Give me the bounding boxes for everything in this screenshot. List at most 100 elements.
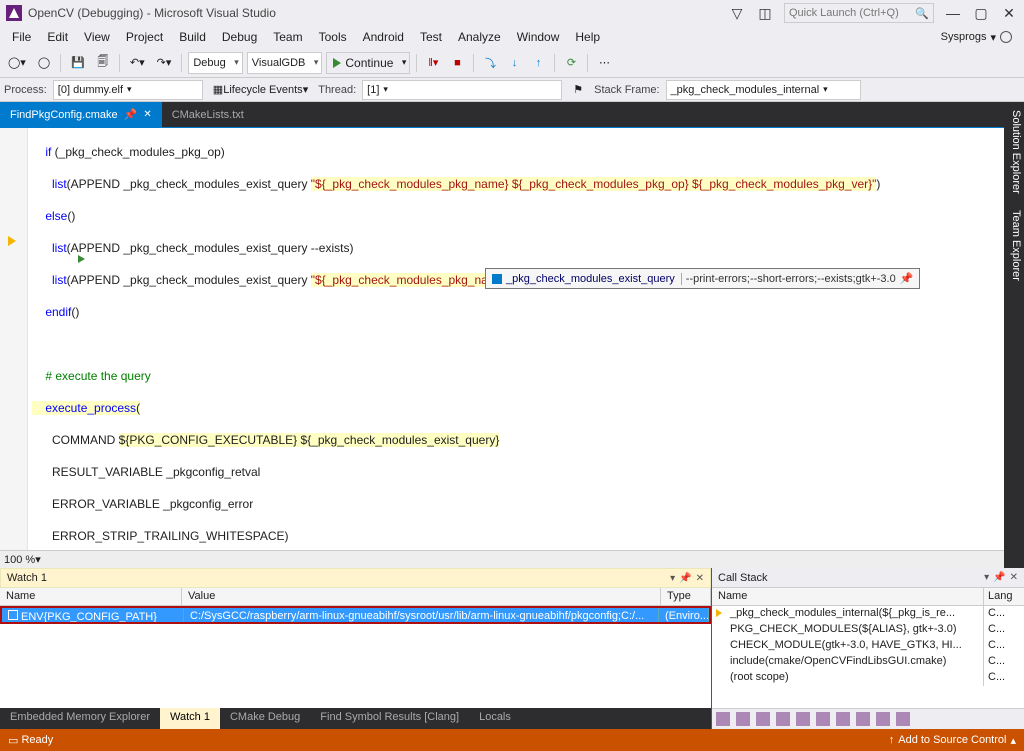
- stackframe-label: Stack Frame:: [594, 84, 659, 96]
- cs-tool-icon[interactable]: [836, 712, 850, 726]
- feedback-icon[interactable]: ◫: [756, 4, 774, 22]
- cs-tool-icon[interactable]: [876, 712, 890, 726]
- callstack-row[interactable]: _pkg_check_modules_internal(${_pkg_is_re…: [712, 606, 1024, 622]
- callstack-col-lang[interactable]: Lang: [984, 588, 1024, 605]
- stackframe-dropdown[interactable]: _pkg_check_modules_internal: [666, 80, 861, 100]
- redo-button[interactable]: ↷▾: [153, 52, 176, 74]
- sysprogs-menu[interactable]: Sysprogs▾: [941, 31, 1020, 44]
- menu-view[interactable]: View: [76, 28, 118, 46]
- window-title: OpenCV (Debugging) - Microsoft Visual St…: [28, 6, 728, 20]
- gear-icon[interactable]: [1000, 31, 1012, 43]
- menu-build[interactable]: Build: [171, 28, 214, 46]
- current-frame-icon: [716, 609, 722, 617]
- code-editor[interactable]: if (_pkg_check_modules_pkg_op) list(APPE…: [0, 128, 1004, 550]
- editor-gutter[interactable]: [0, 128, 28, 550]
- menu-project[interactable]: Project: [118, 28, 171, 46]
- zoom-indicator[interactable]: 100 % ▾: [0, 550, 1004, 568]
- close-button[interactable]: ✕: [1000, 4, 1018, 22]
- config-dropdown[interactable]: Debug: [188, 52, 242, 74]
- publish-icon[interactable]: ↑: [889, 734, 895, 746]
- watch-row[interactable]: ENV{PKG_CONFIG_PATH} C:/SysGCC/raspberry…: [0, 606, 711, 624]
- cs-tool-icon[interactable]: [816, 712, 830, 726]
- cs-tool-icon[interactable]: [756, 712, 770, 726]
- continue-button[interactable]: Continue: [326, 52, 410, 74]
- cs-tool-icon[interactable]: [716, 712, 730, 726]
- tab-close-icon[interactable]: ✕: [143, 109, 151, 120]
- callstack-row[interactable]: CHECK_MODULE(gtk+-3.0, HAVE_GTK3, HI...C…: [712, 638, 1024, 654]
- notifications-icon[interactable]: ▽: [728, 4, 746, 22]
- save-all-button[interactable]: 🗐: [93, 52, 113, 74]
- menu-test[interactable]: Test: [412, 28, 450, 46]
- menu-team[interactable]: Team: [265, 28, 310, 46]
- btab-watch1[interactable]: Watch 1: [160, 708, 220, 729]
- menu-tools[interactable]: Tools: [311, 28, 355, 46]
- restart-button[interactable]: ⟳: [561, 52, 581, 74]
- step-over-button[interactable]: ⤵: [480, 52, 500, 74]
- process-label: Process:: [4, 84, 47, 96]
- pin-icon[interactable]: 📌: [993, 572, 1005, 583]
- cs-tool-icon[interactable]: [796, 712, 810, 726]
- menu-analyze[interactable]: Analyze: [450, 28, 509, 46]
- btab-cmakedebug[interactable]: CMake Debug: [220, 708, 310, 729]
- menu-window[interactable]: Window: [509, 28, 568, 46]
- menu-help[interactable]: Help: [567, 28, 608, 46]
- btab-locals[interactable]: Locals: [469, 708, 521, 729]
- tooltip-value: --print-errors;--short-errors;--exists;g…: [681, 273, 896, 285]
- callstack-list[interactable]: _pkg_check_modules_internal(${_pkg_is_re…: [712, 606, 1024, 708]
- nav-back-button[interactable]: ◯▾: [4, 52, 30, 74]
- btab-memory[interactable]: Embedded Memory Explorer: [0, 708, 160, 729]
- platform-dropdown[interactable]: VisualGDB: [247, 52, 323, 74]
- process-dropdown[interactable]: [0] dummy.elf: [53, 80, 203, 100]
- tab-cmakelists[interactable]: CMakeLists.txt: [162, 102, 254, 127]
- source-control-button[interactable]: Add to Source Control: [898, 734, 1006, 746]
- cs-tool-icon[interactable]: [776, 712, 790, 726]
- step-into-button[interactable]: ↓: [504, 52, 524, 74]
- tab-findpkgconfig[interactable]: FindPkgConfig.cmake📌✕: [0, 102, 162, 127]
- vs-logo-icon: [6, 5, 22, 21]
- callstack-row[interactable]: (root scope)C...: [712, 670, 1024, 686]
- minimize-button[interactable]: ―: [944, 4, 962, 22]
- stop-button[interactable]: ■: [447, 52, 467, 74]
- cs-tool-icon[interactable]: [896, 712, 910, 726]
- debug-tooltip[interactable]: _pkg_check_modules_exist_query --print-e…: [485, 268, 920, 289]
- cs-tool-icon[interactable]: [736, 712, 750, 726]
- watch-col-type[interactable]: Type: [661, 588, 711, 605]
- callstack-row[interactable]: include(cmake/OpenCVFindLibsGUI.cmake)C.…: [712, 654, 1024, 670]
- dropdown-icon[interactable]: ▾: [984, 572, 989, 583]
- watch-panel-header[interactable]: Watch 1 ▾📌✕: [0, 568, 711, 588]
- chevron-up-icon[interactable]: ▴: [1010, 734, 1016, 747]
- tb-extra-button[interactable]: ⋯: [594, 52, 614, 74]
- cs-tool-icon[interactable]: [856, 712, 870, 726]
- step-out-button[interactable]: ↑: [528, 52, 548, 74]
- close-icon[interactable]: ✕: [1010, 572, 1018, 583]
- break-button[interactable]: ‖▾: [423, 52, 443, 74]
- undo-button[interactable]: ↶▾: [126, 52, 149, 74]
- watch-col-name[interactable]: Name: [0, 588, 182, 605]
- pin-icon[interactable]: 📌: [679, 573, 691, 584]
- close-icon[interactable]: ✕: [696, 573, 704, 584]
- menu-edit[interactable]: Edit: [39, 28, 76, 46]
- nav-fwd-button[interactable]: ◯: [34, 52, 54, 74]
- save-button[interactable]: 💾: [67, 52, 89, 74]
- thread-flag-button[interactable]: ⚑: [568, 79, 588, 101]
- menu-debug[interactable]: Debug: [214, 28, 265, 46]
- team-explorer-tab[interactable]: Team Explorer: [1004, 202, 1024, 289]
- menu-file[interactable]: File: [4, 28, 39, 46]
- maximize-button[interactable]: ▢: [972, 4, 990, 22]
- menu-android[interactable]: Android: [355, 28, 412, 46]
- watch-col-value[interactable]: Value: [182, 588, 661, 605]
- solution-explorer-tab[interactable]: Solution Explorer: [1004, 102, 1024, 202]
- callstack-header[interactable]: Call Stack ▾📌✕: [712, 568, 1024, 588]
- quick-launch-input[interactable]: Quick Launch (Ctrl+Q)🔍: [784, 3, 934, 23]
- btab-findsymbol[interactable]: Find Symbol Results [Clang]: [310, 708, 469, 729]
- thread-dropdown[interactable]: [1]: [362, 80, 562, 100]
- callstack-row[interactable]: PKG_CHECK_MODULES(${ALIAS}, gtk+-3.0)C..…: [712, 622, 1024, 638]
- pin-icon[interactable]: 📌: [124, 108, 138, 121]
- dropdown-icon[interactable]: ▾: [670, 573, 675, 584]
- breakpoint-marker-icon[interactable]: [8, 236, 16, 246]
- main-toolbar: ◯▾ ◯ 💾 🗐 ↶▾ ↷▾ Debug VisualGDB Continue …: [0, 48, 1024, 78]
- watch-grid[interactable]: Name Value Type ENV{PKG_CONFIG_PATH} C:/…: [0, 588, 711, 708]
- lifecycle-button[interactable]: ▦ Lifecycle Events ▾: [209, 79, 312, 101]
- callstack-col-name[interactable]: Name: [712, 588, 984, 605]
- pin-icon[interactable]: 📌: [900, 272, 914, 285]
